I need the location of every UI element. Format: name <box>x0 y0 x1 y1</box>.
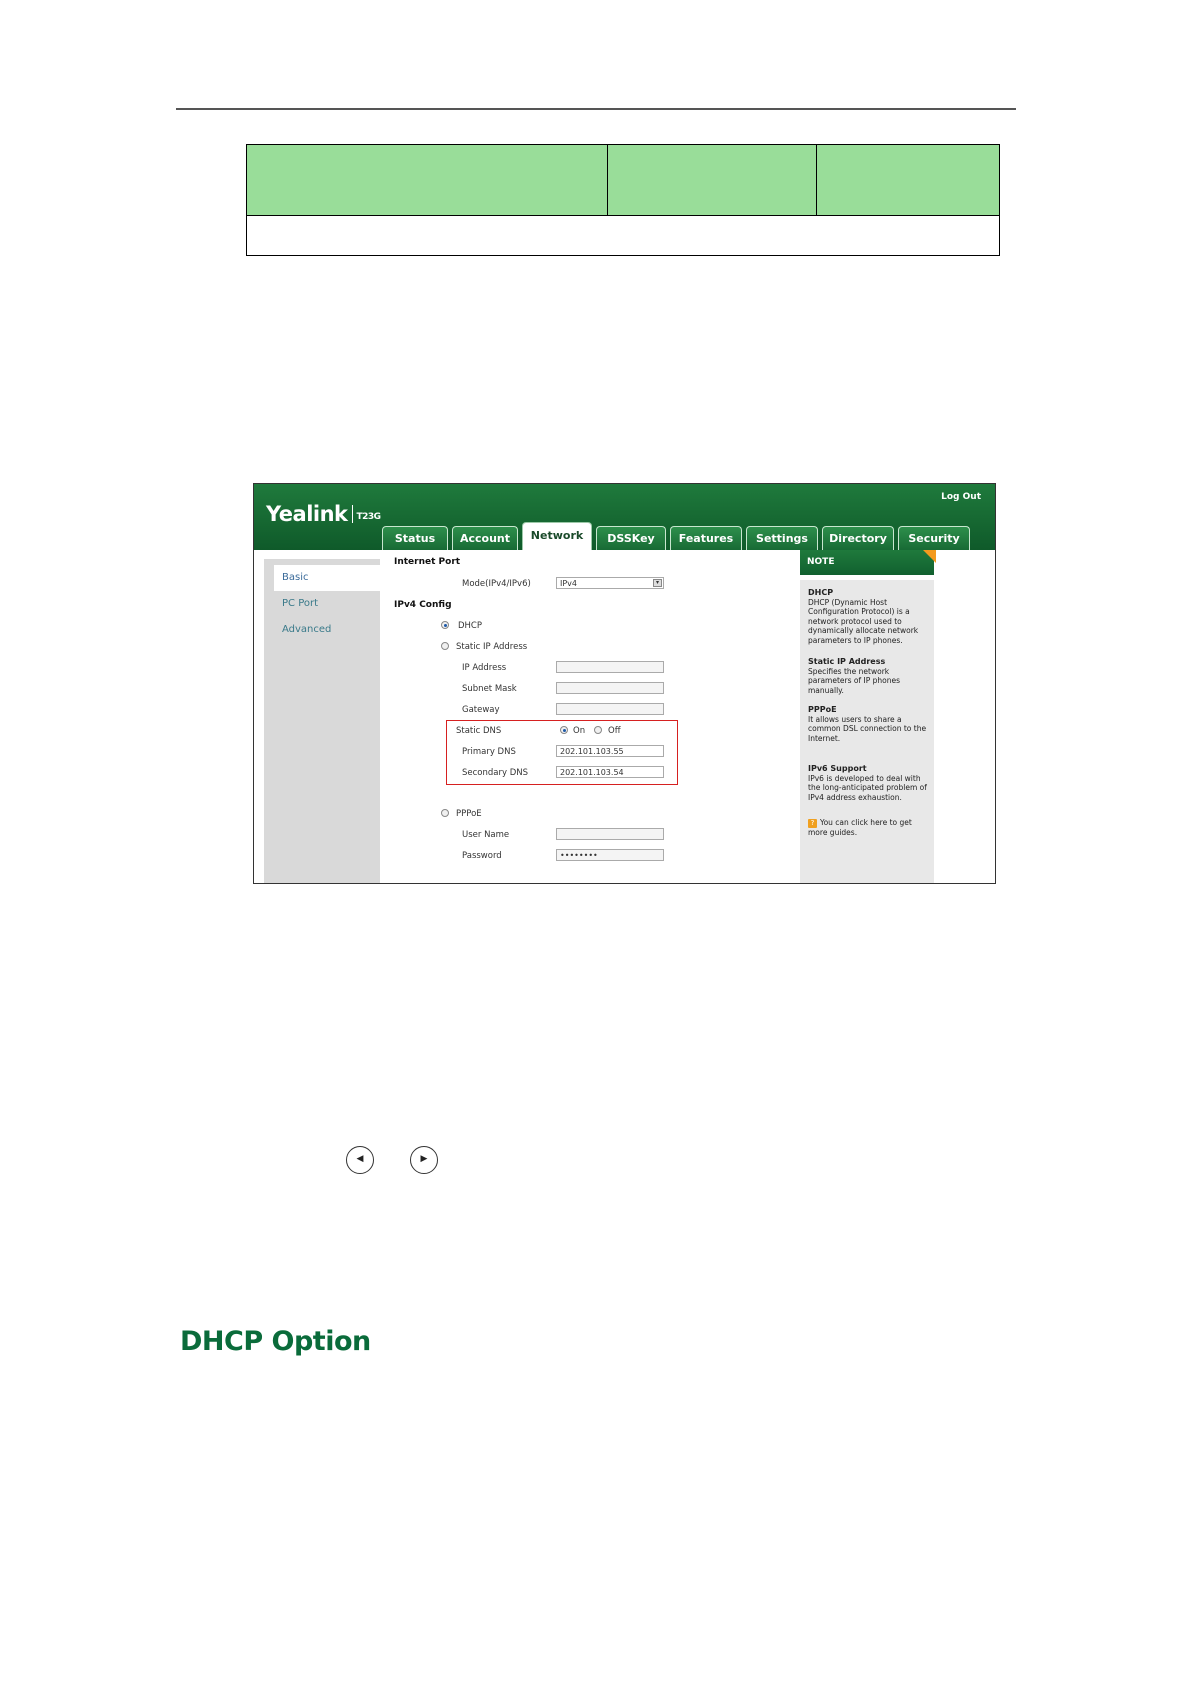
primary-dns-input[interactable]: 202.101.103.55 <box>556 745 664 757</box>
note-static-text: Specifies the network parameters of IP p… <box>808 666 900 695</box>
user-name-input[interactable] <box>556 828 664 840</box>
tab-security[interactable]: Security <box>898 526 970 550</box>
mode-select-value: IPv4 <box>560 579 578 588</box>
dhcp-radio[interactable] <box>441 621 449 629</box>
note-corner-decoration <box>923 550 936 563</box>
tab-settings[interactable]: Settings <box>746 526 818 550</box>
note-dhcp: DHCP DHCP (Dynamic Host Configuration Pro… <box>808 588 932 646</box>
pppoe-label: PPPoE <box>456 809 482 819</box>
yealink-logo: Yealink T23G <box>266 502 381 526</box>
tab-network[interactable]: Network <box>522 522 592 550</box>
chevron-left-icon: ◀ <box>346 1146 374 1174</box>
secondary-dns-label: Secondary DNS <box>462 768 529 778</box>
note-help-text: You can click here to get more guides. <box>808 818 912 837</box>
note-ipv6-text: IPv6 is developed to deal with the long-… <box>808 773 927 802</box>
internet-port-heading: Internet Port <box>394 557 461 567</box>
static-dns-off-radio[interactable] <box>594 726 602 734</box>
gateway-label: Gateway <box>462 705 500 715</box>
tab-directory[interactable]: Directory <box>822 526 894 550</box>
table-header-cell <box>608 145 817 215</box>
note-pppoe: PPPoE It allows users to share a common D… <box>808 705 932 743</box>
primary-dns-label: Primary DNS <box>462 747 516 757</box>
web-ui-screenshot: Yealink T23G Log Out Status Account Netwo… <box>253 483 996 884</box>
note-body: DHCP DHCP (Dynamic Host Configuration Pro… <box>800 580 934 883</box>
note-pppoe-title: PPPoE <box>808 705 837 714</box>
tab-dsskey[interactable]: DSSKey <box>596 526 666 550</box>
table-header-cell <box>247 145 608 215</box>
note-title: NOTE <box>800 550 934 575</box>
table-header-cell <box>817 145 999 215</box>
static-dns-off-label: Off <box>608 726 621 736</box>
subnet-mask-label: Subnet Mask <box>462 684 517 694</box>
note-ipv6-title: IPv6 Support <box>808 764 867 773</box>
static-dns-on-radio[interactable] <box>560 726 568 734</box>
gateway-input[interactable] <box>556 703 664 715</box>
document-table <box>246 144 1000 256</box>
sidebar-item-pc-port[interactable]: PC Port <box>264 591 380 617</box>
note-dhcp-title: DHCP <box>808 588 834 597</box>
sidebar-item-advanced[interactable]: Advanced <box>264 617 380 643</box>
section-heading: DHCP Option <box>180 1326 371 1357</box>
pppoe-radio[interactable] <box>441 809 449 817</box>
chevron-down-icon: ▾ <box>653 579 662 587</box>
note-dhcp-text: DHCP (Dynamic Host Configuration Protoco… <box>808 597 919 645</box>
static-dns-label: Static DNS <box>456 726 502 736</box>
logo-model: T23G <box>356 512 382 522</box>
table-row <box>247 215 999 255</box>
network-basic-form: Internet Port Mode(IPv4/IPv6) IPv4 ▾ IPv… <box>380 550 800 883</box>
logo-divider <box>351 505 353 523</box>
static-dns-on-label: On <box>573 726 586 736</box>
mode-select[interactable]: IPv4 ▾ <box>556 577 664 589</box>
note-static-title: Static IP Address <box>808 657 886 666</box>
dhcp-label: DHCP <box>458 621 482 631</box>
note-help-link[interactable]: ? You can click here to get more guides. <box>808 818 932 838</box>
password-input[interactable]: •••••••• <box>556 849 664 861</box>
tab-features[interactable]: Features <box>670 526 742 550</box>
note-static: Static IP Address Specifies the network p… <box>808 657 932 695</box>
app-header: Yealink T23G Log Out Status Account Netwo… <box>254 484 995 550</box>
tab-account[interactable]: Account <box>452 526 518 550</box>
tab-status[interactable]: Status <box>382 526 448 550</box>
ip-address-input[interactable] <box>556 661 664 673</box>
note-panel: NOTE DHCP DHCP (Dynamic Host Configuratio… <box>800 550 936 883</box>
help-icon: ? <box>808 819 817 828</box>
password-label: Password <box>462 851 502 861</box>
ipv4-config-heading: IPv4 Config <box>394 600 452 610</box>
chevron-right-icon: ▶ <box>410 1146 438 1174</box>
secondary-dns-input[interactable]: 202.101.103.54 <box>556 766 664 778</box>
user-name-label: User Name <box>462 830 510 840</box>
subnet-mask-input[interactable] <box>556 682 664 694</box>
logout-link[interactable]: Log Out <box>941 492 981 502</box>
note-ipv6: IPv6 Support IPv6 is developed to deal wi… <box>808 764 932 802</box>
mode-label: Mode(IPv4/IPv6) <box>462 579 531 589</box>
sidebar: Basic PC Port Advanced <box>264 559 380 883</box>
note-pppoe-text: It allows users to share a common DSL co… <box>808 714 927 743</box>
ip-address-label: IP Address <box>462 663 507 673</box>
static-ip-radio[interactable] <box>441 642 449 650</box>
header-rule <box>176 108 1016 110</box>
static-ip-label: Static IP Address <box>456 642 528 652</box>
logo-brand: Yealink <box>266 502 348 526</box>
sidebar-item-basic[interactable]: Basic <box>274 565 380 591</box>
